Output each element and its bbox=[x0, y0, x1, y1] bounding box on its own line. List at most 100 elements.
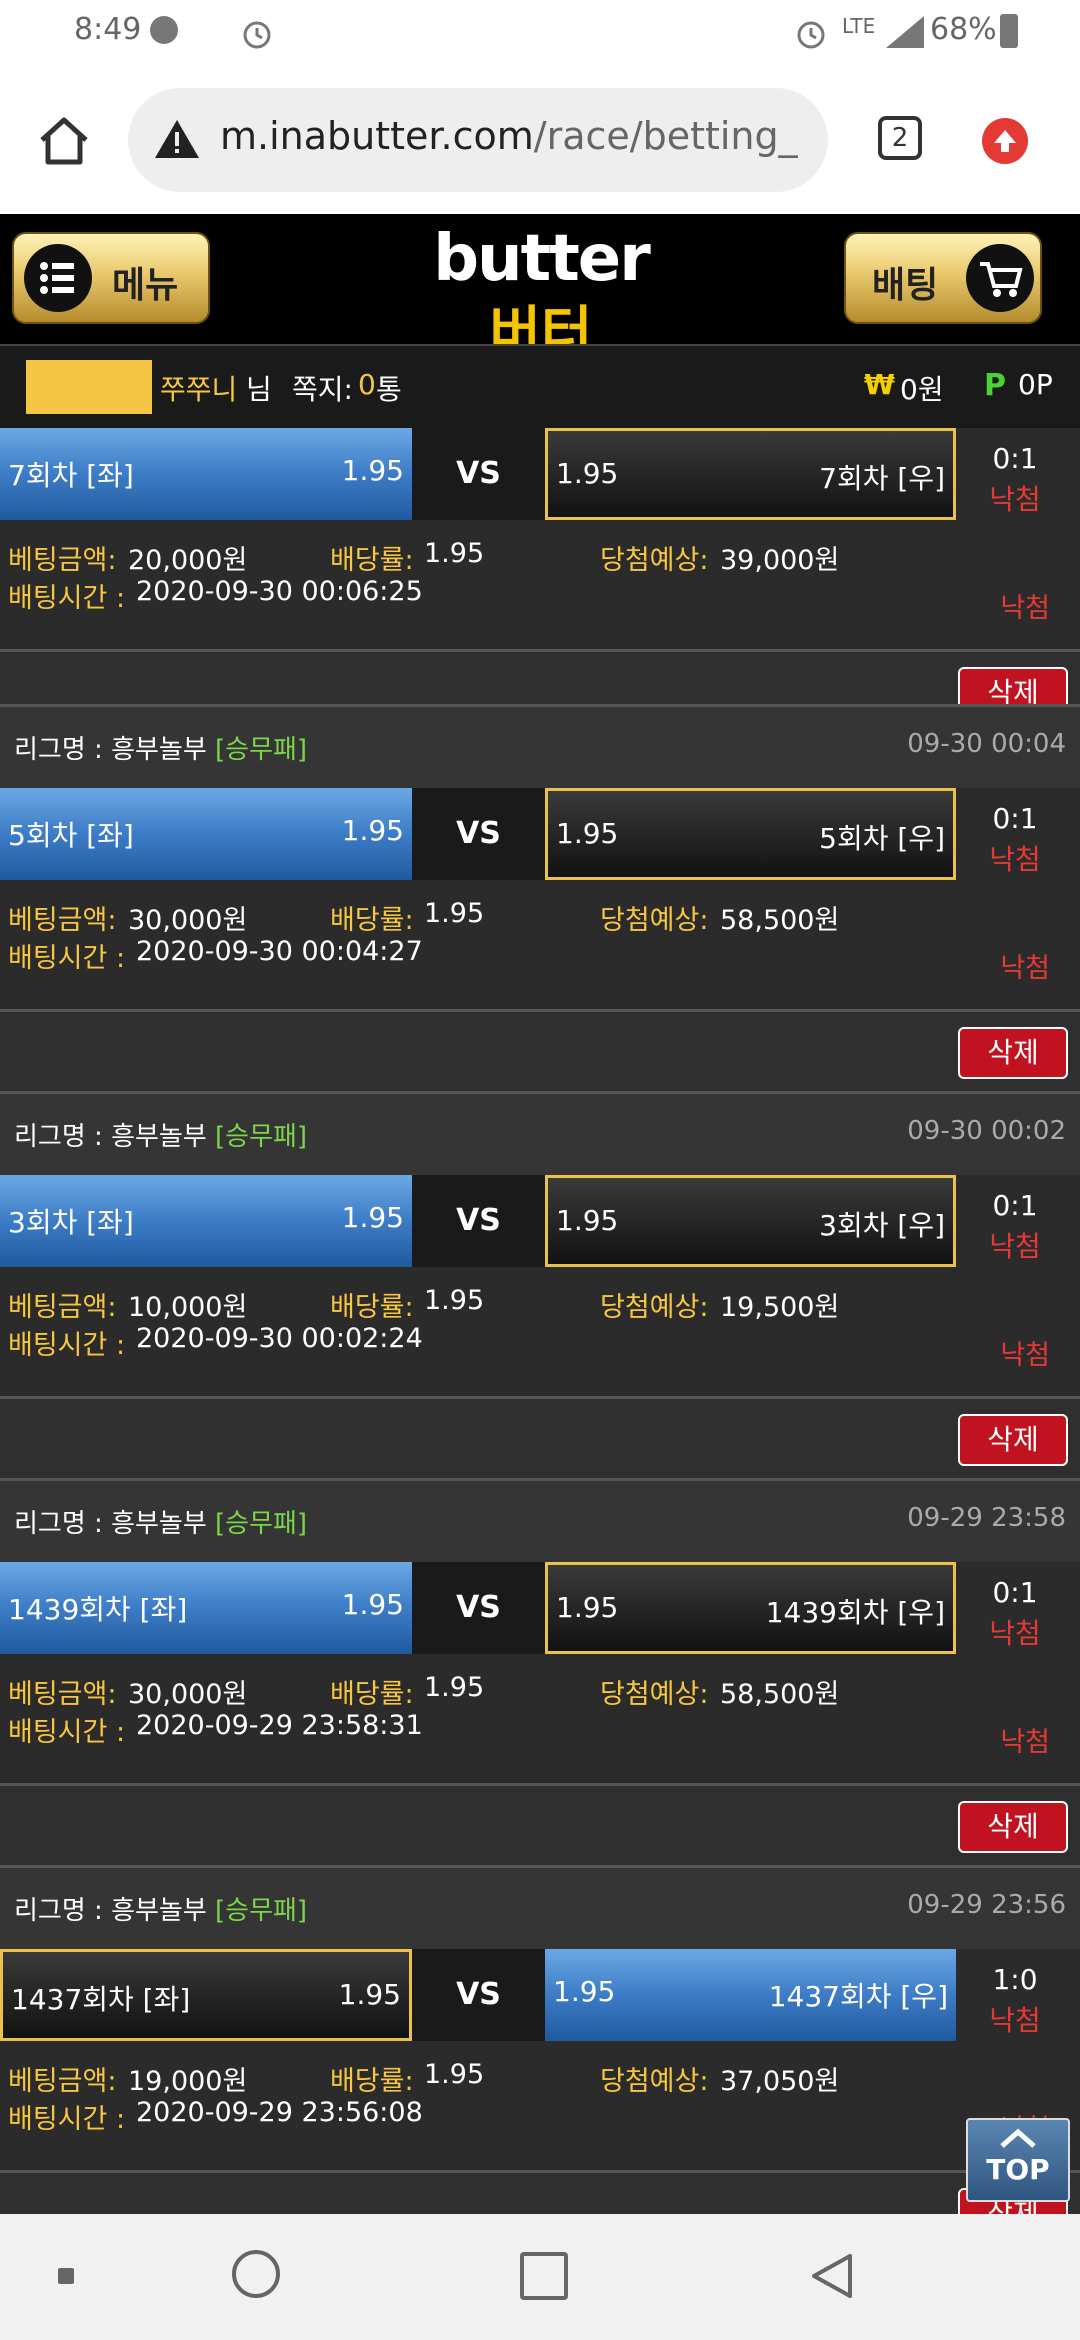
bet-result: 낙첨 bbox=[1000, 953, 1050, 984]
bet-amount-label: 베팅금액: bbox=[8, 905, 117, 936]
bet-card: 7회차 [좌] 1.95 VS 1.95 7회차 [우] 0:1 낙첨 베팅금액… bbox=[0, 428, 1080, 731]
delete-row: 삭제 bbox=[0, 1786, 1080, 1865]
match-datetime: 09-30 00:02 bbox=[907, 1116, 1066, 1146]
top-label: TOP bbox=[986, 2153, 1050, 2186]
expected-win-label: 당첨예상: bbox=[600, 2066, 709, 2097]
bet-type: [승무패] bbox=[215, 735, 308, 765]
odds-value: 1.95 bbox=[424, 538, 485, 569]
delete-row: 삭제 bbox=[0, 1399, 1080, 1478]
bet-detail: 베팅금액: 19,000원 배당률: 1.95 당첨예상: 37,050원 배팅… bbox=[0, 2041, 1080, 2173]
bet-time-value: 2020-09-30 00:02:24 bbox=[136, 1323, 423, 1354]
menu-label: 메뉴 bbox=[112, 265, 179, 306]
bet-amount-label: 베팅금액: bbox=[8, 1292, 117, 1323]
bet-amount-value: 20,000원 bbox=[128, 545, 248, 576]
bet-type: [승무패] bbox=[215, 1509, 308, 1539]
network-type: LTE bbox=[842, 14, 876, 38]
right-team-selected: 1.95 1437회차 [우] bbox=[545, 1949, 956, 2041]
betting-button[interactable]: 배팅 bbox=[844, 232, 1042, 324]
odds-label: 배당률: bbox=[330, 1679, 414, 1710]
bet-detail: 베팅금액: 30,000원 배당률: 1.95 당첨예상: 58,500원 배팅… bbox=[0, 880, 1080, 1012]
match-score: 0:1 bbox=[992, 802, 1038, 835]
right-team: 1.95 7회차 [우] bbox=[545, 428, 956, 520]
tab-count-button[interactable]: 2 bbox=[878, 116, 922, 160]
left-team-name: 1439회차 [좌] bbox=[8, 1593, 188, 1626]
bet-time-label: 배팅시간 : bbox=[8, 943, 126, 974]
delete-button[interactable]: 삭제 bbox=[958, 1414, 1068, 1466]
right-team-name: 3회차 [우] bbox=[819, 1209, 945, 1242]
bet-time-value: 2020-09-29 23:58:31 bbox=[136, 1710, 423, 1741]
bet-time-label: 배팅시간 : bbox=[8, 1717, 126, 1748]
point-balance: 0P bbox=[1018, 368, 1053, 401]
left-team-name: 7회차 [좌] bbox=[8, 459, 134, 492]
delete-row: 삭제 bbox=[0, 2173, 1080, 2214]
expected-win-value: 58,500원 bbox=[720, 905, 840, 936]
tab-count: 2 bbox=[891, 123, 909, 153]
bet-amount-label: 베팅금액: bbox=[8, 545, 117, 576]
home-nav-icon[interactable] bbox=[232, 2250, 280, 2298]
league-prefix: 리그명 : bbox=[14, 1509, 112, 1539]
right-team-name: 1437회차 [우] bbox=[768, 1980, 948, 2013]
back-nav-icon[interactable] bbox=[806, 2250, 858, 2302]
league-prefix: 리그명 : bbox=[14, 735, 112, 765]
home-icon[interactable] bbox=[36, 114, 92, 166]
vs-label: VS bbox=[412, 1175, 545, 1267]
bet-time-value: 2020-09-29 23:56:08 bbox=[136, 2097, 423, 2128]
nav-dot-icon bbox=[58, 2268, 74, 2284]
cart-icon bbox=[966, 244, 1034, 312]
message-label[interactable]: 쪽지: bbox=[292, 368, 353, 408]
bet-card: 리그명 : 흥부놀부 [승무패] 09-30 00:04 5회차 [좌] 1.9… bbox=[0, 704, 1080, 1091]
bet-amount-value: 19,000원 bbox=[128, 2066, 248, 2097]
betting-label: 배팅 bbox=[872, 265, 939, 306]
vs-label: VS bbox=[412, 428, 545, 520]
alarm-icon-right bbox=[797, 21, 825, 49]
delete-row: 삭제 bbox=[0, 1012, 1080, 1091]
league-name: 흥부놀부 bbox=[111, 1509, 207, 1539]
bet-card: 리그명 : 흥부놀부 [승무패] 09-29 23:56 1437회차 [좌] … bbox=[0, 1865, 1080, 2214]
recents-nav-icon[interactable] bbox=[520, 2252, 568, 2300]
user-name: 쭈쭈니 bbox=[160, 373, 238, 406]
league-header: 리그명 : 흥부놀부 [승무패] 09-29 23:58 bbox=[0, 1478, 1080, 1562]
bet-detail: 베팅금액: 10,000원 배당률: 1.95 당첨예상: 19,500원 배팅… bbox=[0, 1267, 1080, 1399]
list-icon bbox=[24, 244, 92, 312]
left-team-selected: 1439회차 [좌] 1.95 bbox=[0, 1562, 412, 1654]
url-field[interactable]: m.inabutter.com/race/betting_ bbox=[128, 88, 828, 192]
league-name: 흥부놀부 bbox=[111, 735, 207, 765]
match-result: 낙첨 bbox=[989, 483, 1041, 516]
right-team-odds: 1.95 bbox=[553, 1975, 616, 2008]
bet-amount-value: 30,000원 bbox=[128, 905, 248, 936]
bet-card: 리그명 : 흥부놀부 [승무패] 09-29 23:58 1439회차 [좌] … bbox=[0, 1478, 1080, 1865]
odds-value: 1.95 bbox=[424, 2059, 485, 2090]
expected-win-value: 37,050원 bbox=[720, 2066, 840, 2097]
expected-win-label: 당첨예상: bbox=[600, 905, 709, 936]
right-team-name: 5회차 [우] bbox=[819, 822, 945, 855]
match-score: 0:1 bbox=[992, 1189, 1038, 1222]
money-balance: 0원 bbox=[900, 373, 944, 406]
left-team-odds: 1.95 bbox=[341, 814, 404, 847]
bet-result: 낙첨 bbox=[1000, 1727, 1050, 1758]
delete-button[interactable]: 삭제 bbox=[958, 1801, 1068, 1853]
expected-win-label: 당첨예상: bbox=[600, 1679, 709, 1710]
left-team-odds: 1.95 bbox=[341, 1588, 404, 1621]
odds-label: 배당률: bbox=[330, 905, 414, 936]
left-team-selected: 3회차 [좌] 1.95 bbox=[0, 1175, 412, 1267]
status-time: 8:49 bbox=[74, 12, 142, 47]
update-icon[interactable] bbox=[982, 118, 1028, 164]
url-path: /race/betting_ bbox=[533, 114, 798, 158]
odds-value: 1.95 bbox=[424, 1285, 485, 1316]
right-team-odds: 1.95 bbox=[556, 457, 619, 490]
odds-value: 1.95 bbox=[424, 1672, 485, 1703]
right-team-odds: 1.95 bbox=[556, 817, 619, 850]
menu-button[interactable]: 메뉴 bbox=[12, 232, 210, 324]
left-team-odds: 1.95 bbox=[341, 1201, 404, 1234]
league-label: 리그명 : 흥부놀부 [승무패] bbox=[14, 1890, 307, 1927]
league-label: 리그명 : 흥부놀부 [승무패] bbox=[14, 1503, 307, 1540]
expected-win-value: 39,000원 bbox=[720, 545, 840, 576]
odds-label: 배당률: bbox=[330, 2066, 414, 2097]
message-count[interactable]: 0 bbox=[358, 368, 376, 401]
url-host: m.inabutter.com bbox=[220, 114, 534, 158]
user-avatar-block bbox=[26, 360, 152, 414]
left-team-odds: 1.95 bbox=[341, 454, 404, 487]
delete-button[interactable]: 삭제 bbox=[958, 1027, 1068, 1079]
bet-detail: 베팅금액: 20,000원 배당률: 1.95 당첨예상: 39,000원 배팅… bbox=[0, 520, 1080, 652]
scroll-top-button[interactable]: TOP bbox=[966, 2118, 1070, 2202]
